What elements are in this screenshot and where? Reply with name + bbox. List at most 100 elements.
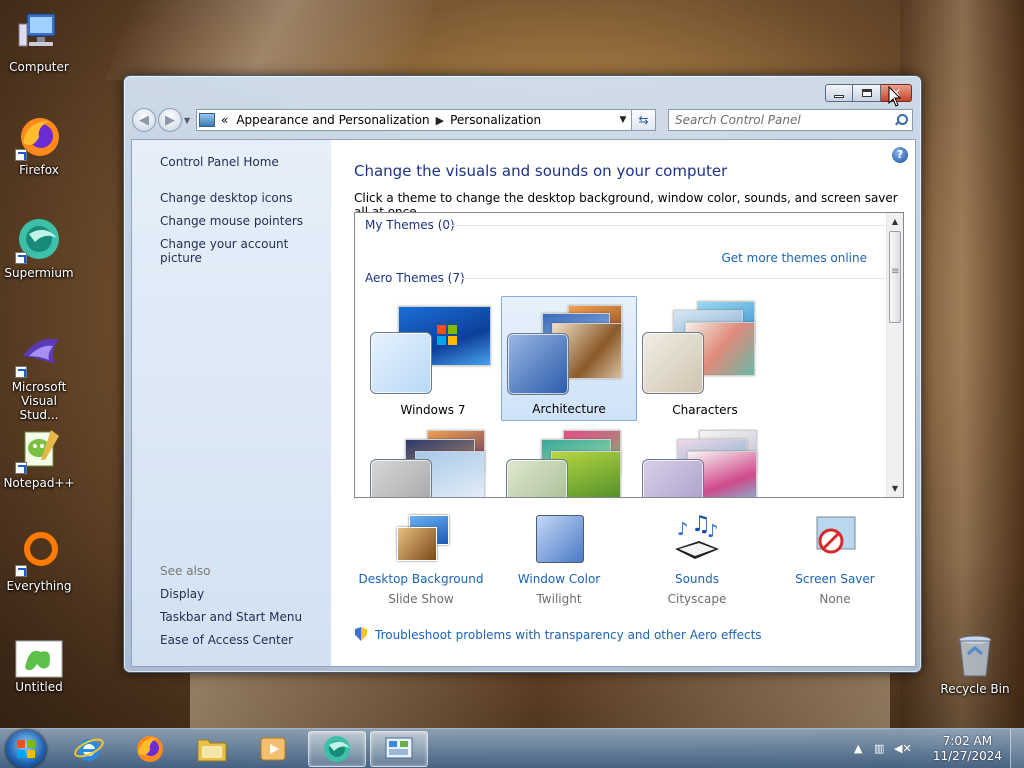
theme-label: Architecture bbox=[532, 402, 606, 416]
back-button[interactable]: ◀ bbox=[132, 108, 156, 132]
theme-color-swatch bbox=[642, 459, 704, 497]
theme-label: Windows 7 bbox=[400, 403, 466, 417]
desktop-icon-computer[interactable]: Computer bbox=[0, 10, 78, 74]
get-more-themes-link[interactable]: Get more themes online bbox=[721, 251, 867, 265]
visual-studio-icon bbox=[15, 330, 63, 378]
desktop-icon-label: Supermium bbox=[4, 266, 74, 280]
breadcrumb-overflow[interactable]: « bbox=[221, 113, 228, 127]
desktop-icon-label: Microsoft Visual Stud... bbox=[11, 380, 67, 422]
desktop-icon-firefox[interactable]: Firefox bbox=[0, 113, 78, 177]
desktop-icon-untitled[interactable]: Untitled bbox=[0, 640, 78, 694]
recent-pages-dropdown[interactable]: ▼ bbox=[184, 116, 192, 125]
maximize-button[interactable] bbox=[853, 84, 881, 102]
screen-saver-value: None bbox=[819, 592, 851, 606]
desktop-icon-label: Notepad++ bbox=[3, 476, 75, 490]
troubleshoot-link[interactable]: Troubleshoot problems with transparency … bbox=[375, 628, 762, 642]
sounds-label[interactable]: Sounds bbox=[622, 572, 772, 586]
clock-date: 11/27/2024 bbox=[932, 749, 1002, 763]
taskbar-start-menu-link[interactable]: Taskbar and Start Menu bbox=[160, 610, 302, 624]
address-bar[interactable]: « Appearance and Personalization ▶ Perso… bbox=[196, 109, 632, 131]
taskbar-control-panel[interactable] bbox=[370, 731, 428, 767]
scrollbar-thumb[interactable] bbox=[889, 231, 901, 323]
forward-arrow-icon: ▶ bbox=[165, 112, 175, 128]
troubleshoot-row: Troubleshoot problems with transparency … bbox=[354, 627, 762, 642]
forward-button[interactable]: ▶ bbox=[158, 108, 182, 132]
sounds-icon: ♪ ♫ ♪ bbox=[669, 512, 725, 565]
screen-saver-label[interactable]: Screen Saver bbox=[760, 572, 910, 586]
window-color-label[interactable]: Window Color bbox=[484, 572, 634, 586]
desktop-background-value: Slide Show bbox=[388, 592, 454, 606]
volume-muted-icon[interactable]: ◀✕ bbox=[894, 742, 912, 755]
desktop-icon-recycle-bin[interactable]: Recycle Bin bbox=[936, 632, 1014, 696]
theme-nature[interactable] bbox=[501, 425, 637, 497]
scroll-up-icon[interactable]: ▲ bbox=[887, 213, 903, 230]
clock-time: 7:02 AM bbox=[942, 734, 993, 748]
taskbar-firefox[interactable] bbox=[121, 731, 179, 767]
desktop-icon-everything[interactable]: Everything bbox=[0, 529, 78, 593]
theme-color-swatch bbox=[370, 459, 432, 497]
desktop-icon-notepadpp[interactable]: Notepad++ bbox=[0, 426, 78, 490]
windows-logo-icon bbox=[437, 325, 457, 345]
breadcrumb-separator-icon[interactable]: ▶ bbox=[436, 114, 444, 127]
window-color-value: Twilight bbox=[536, 592, 582, 606]
theme-settings-row: Desktop Background Slide Show Window Col… bbox=[354, 510, 914, 610]
system-tray: ▲ ▥ ◀✕ 7:02 AM 11/27/2024 bbox=[854, 729, 1024, 768]
file-explorer-icon bbox=[197, 739, 227, 762]
change-account-picture-link[interactable]: Change your account picture bbox=[160, 237, 331, 265]
taskbar-supermium[interactable] bbox=[308, 731, 366, 767]
scroll-down-icon[interactable]: ▼ bbox=[887, 480, 903, 497]
show-hidden-icons-icon[interactable]: ▲ bbox=[854, 742, 862, 755]
desktop-icon-supermium[interactable]: Supermium bbox=[0, 216, 78, 280]
desktop-icon-visual-studio[interactable]: Microsoft Visual Stud... bbox=[0, 330, 78, 422]
screen-saver-icon bbox=[807, 515, 863, 565]
everything-icon bbox=[15, 529, 63, 577]
navigation-bar: ◀ ▶ ▼ « Appearance and Personalization ▶… bbox=[132, 107, 913, 133]
content-area: Control Panel Home Change desktop icons … bbox=[131, 139, 916, 667]
display-link[interactable]: Display bbox=[160, 587, 204, 601]
minimize-button[interactable] bbox=[825, 84, 853, 102]
aero-themes-heading: Aero Themes (7) bbox=[365, 271, 465, 285]
address-dropdown-button[interactable]: ▼ bbox=[615, 115, 631, 125]
screen-saver-button[interactable]: Screen Saver None bbox=[760, 515, 910, 606]
theme-color-swatch bbox=[507, 333, 569, 395]
theme-color-swatch bbox=[370, 332, 432, 394]
desktop-background-button[interactable]: Desktop Background Slide Show bbox=[346, 515, 496, 606]
network-icon[interactable]: ▥ bbox=[874, 742, 884, 755]
clock[interactable]: 7:02 AM 11/27/2024 bbox=[933, 734, 1002, 764]
breadcrumb-personalization[interactable]: Personalization bbox=[450, 113, 541, 127]
recycle-bin-icon bbox=[951, 632, 999, 680]
theme-scenes[interactable] bbox=[637, 425, 773, 497]
control-panel-home-link[interactable]: Control Panel Home bbox=[160, 155, 279, 169]
media-player-icon bbox=[260, 737, 286, 761]
themes-scrollbar[interactable]: ▲ ▼ bbox=[886, 213, 903, 497]
show-desktop-button[interactable] bbox=[1010, 729, 1024, 768]
theme-characters[interactable]: Characters bbox=[637, 296, 773, 421]
taskbar-media-player[interactable] bbox=[244, 731, 302, 767]
search-input[interactable] bbox=[675, 113, 894, 127]
help-button[interactable]: ? bbox=[892, 147, 908, 163]
taskbar-file-explorer[interactable] bbox=[183, 731, 241, 767]
theme-architecture[interactable]: Architecture bbox=[501, 296, 637, 421]
group-divider bbox=[445, 225, 885, 226]
sounds-value: Cityscape bbox=[667, 592, 727, 606]
uac-shield-icon bbox=[354, 627, 368, 642]
change-desktop-icons-link[interactable]: Change desktop icons bbox=[160, 191, 293, 205]
sounds-button[interactable]: ♪ ♫ ♪ Sounds Cityscape bbox=[622, 512, 772, 606]
desktop-background-label[interactable]: Desktop Background bbox=[346, 572, 496, 586]
change-mouse-pointers-link[interactable]: Change mouse pointers bbox=[160, 214, 303, 228]
window-color-button[interactable]: Window Color Twilight bbox=[484, 515, 634, 606]
theme-color-swatch bbox=[642, 332, 704, 394]
taskbar: ▲ ▥ ◀✕ 7:02 AM 11/27/2024 bbox=[0, 728, 1024, 768]
refresh-button[interactable]: ⇆ bbox=[632, 109, 656, 131]
themes-list: My Themes (0) Get more themes online Aer… bbox=[354, 212, 904, 498]
group-divider bbox=[460, 278, 885, 279]
ease-of-access-link[interactable]: Ease of Access Center bbox=[160, 633, 293, 647]
internet-explorer-icon bbox=[74, 738, 104, 761]
taskbar-internet-explorer[interactable] bbox=[60, 731, 118, 767]
theme-windows-7[interactable]: Windows 7 bbox=[365, 296, 501, 421]
search-icon[interactable] bbox=[894, 114, 908, 126]
start-button[interactable] bbox=[6, 730, 46, 768]
theme-landscapes[interactable] bbox=[365, 425, 501, 497]
supermium-icon bbox=[324, 736, 350, 762]
breadcrumb-appearance[interactable]: Appearance and Personalization bbox=[236, 113, 429, 127]
